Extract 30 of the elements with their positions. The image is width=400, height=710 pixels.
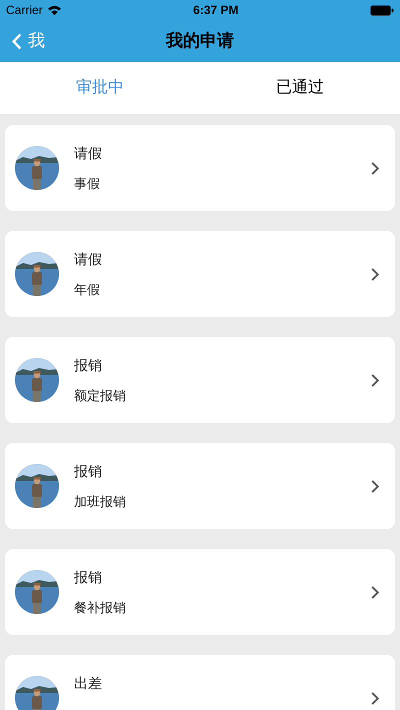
request-card[interactable]: 出差 (5, 655, 395, 710)
chevron-right-icon (371, 480, 379, 492)
request-card[interactable]: 报销 加班报销 (5, 443, 395, 529)
request-type: 请假 (74, 250, 103, 268)
request-type: 报销 (74, 568, 103, 586)
request-subtype: 额定报销 (74, 387, 127, 405)
page-title: 我的申请 (166, 30, 234, 52)
request-card[interactable]: 请假 年假 (5, 231, 395, 317)
wifi-icon (46, 4, 62, 16)
request-subtype: 加班报销 (74, 493, 127, 511)
request-card[interactable]: 报销 额定报销 (5, 337, 395, 423)
chevron-right-icon (371, 268, 379, 280)
request-subtype: 餐补报销 (74, 599, 127, 617)
request-subtype: 事假 (74, 175, 101, 193)
request-type: 出差 (74, 674, 103, 692)
chevron-right-icon (371, 162, 379, 174)
request-card[interactable]: 报销 餐补报销 (5, 549, 395, 635)
chevron-right-icon (371, 374, 379, 386)
battery-icon (370, 4, 394, 16)
chevron-right-icon (371, 586, 379, 598)
clock-label: 6:37 PM (193, 2, 239, 19)
chevron-right-icon (371, 692, 379, 704)
request-card[interactable]: 请假 事假 (5, 125, 395, 211)
carrier-label: Carrier (6, 2, 43, 19)
request-type: 报销 (74, 356, 103, 374)
request-type: 报销 (74, 462, 103, 480)
chevron-left-icon (12, 32, 22, 50)
tab[interactable]: 已通过 (200, 62, 400, 114)
request-subtype: 年假 (74, 281, 101, 299)
request-type: 请假 (74, 144, 103, 162)
